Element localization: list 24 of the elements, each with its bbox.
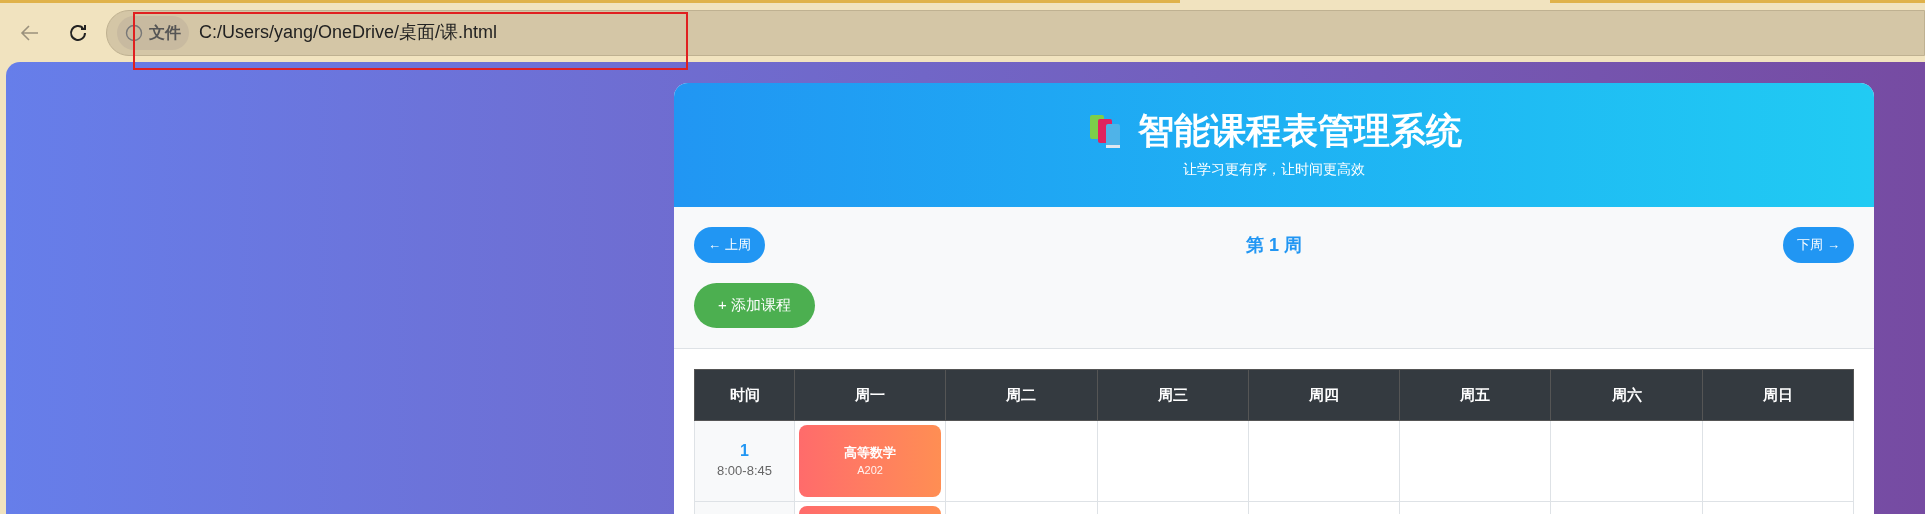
column-header: 周六: [1550, 369, 1703, 421]
period-time: 8:00-8:45: [716, 462, 773, 481]
course-name: 高等数学: [844, 446, 897, 459]
course-room: A202: [857, 465, 883, 476]
week-label: 第 1 周: [1246, 233, 1302, 257]
site-info-chip[interactable]: 文件: [117, 15, 189, 50]
next-week-button[interactable]: 下周 →: [1783, 227, 1854, 263]
info-icon: [125, 23, 143, 42]
period-number: 1: [739, 441, 750, 462]
previous-week-button[interactable]: ← 上周: [694, 227, 765, 263]
column-header: 周日: [1702, 369, 1854, 421]
add-course-button[interactable]: + 添加课程: [694, 283, 815, 328]
address-bar[interactable]: 文件 C:/Users/yang/OneDrive/桌面/课.html: [106, 9, 1925, 56]
app-subtitle: 让学习更有序，让时间更高效: [1183, 159, 1365, 179]
column-header: 周一: [794, 369, 946, 421]
column-header: 周二: [945, 369, 1098, 421]
column-header: 周五: [1399, 369, 1551, 421]
course-card[interactable]: 高等数学 A202: [799, 425, 942, 497]
app-title: 智能课程表管理系统: [1138, 112, 1462, 149]
url-text: C:/Users/yang/OneDrive/桌面/课.html: [199, 21, 498, 44]
column-header: 周三: [1097, 369, 1249, 421]
site-chip-label: 文件: [149, 22, 181, 43]
column-header: 时间: [694, 369, 795, 421]
column-header: 周四: [1248, 369, 1400, 421]
